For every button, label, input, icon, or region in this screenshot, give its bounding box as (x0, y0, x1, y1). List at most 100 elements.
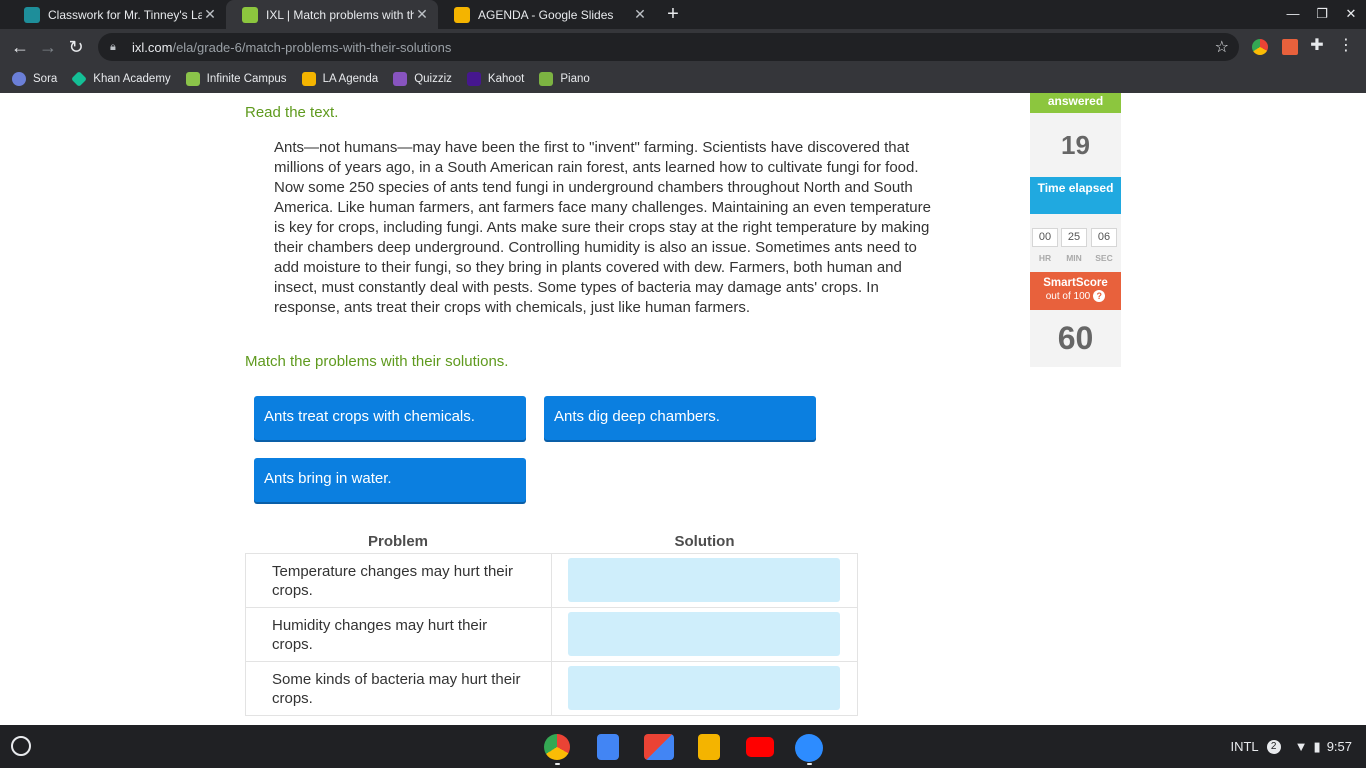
running-indicator (807, 763, 812, 765)
bookmark-star-icon[interactable]: ☆ (1215, 37, 1229, 57)
khan-academy-icon (71, 70, 88, 87)
tab-strip: Classwork for Mr. Tinney's Lang ✕ IXL | … (0, 0, 1366, 29)
bookmark-quizziz[interactable]: Quizziz (393, 71, 452, 86)
match-prompt: Match the problems with their solutions. (245, 353, 509, 370)
bookmark-piano[interactable]: Piano (539, 71, 590, 86)
url-host: ixl.com (132, 39, 173, 55)
new-tab-button[interactable]: + (662, 3, 684, 25)
table-row: Temperature changes may hurt their crops… (245, 554, 858, 608)
answer-tile[interactable]: Ants dig deep chambers. (544, 396, 816, 440)
tab-ixl[interactable]: IXL | Match problems with their s ✕ (226, 0, 438, 29)
tab-title: AGENDA - Google Slides (478, 7, 614, 22)
bookmark-infinite-campus[interactable]: Infinite Campus (185, 71, 287, 86)
classroom-favicon-icon (24, 6, 40, 23)
menu-kebab-icon[interactable]: ⋮ (1334, 34, 1358, 58)
questions-answered-count: 19 (1030, 113, 1121, 177)
slides-icon (301, 71, 316, 86)
puzzle-extensions-icon[interactable]: ✚ (1305, 34, 1329, 58)
read-prompt: Read the text. (245, 104, 339, 121)
ixl-favicon-icon (242, 6, 258, 23)
bookmark-label: Piano (560, 72, 590, 85)
extension-icon[interactable] (1252, 39, 1268, 55)
os-shelf: INTL 2 ▼ ▮ 9:57 (0, 725, 1366, 768)
battery-icon: ▮ (1313, 738, 1321, 754)
solution-drop-zone[interactable] (568, 612, 840, 656)
running-indicator (555, 763, 560, 765)
smartscore-header: SmartScore out of 100? (1030, 272, 1121, 310)
zoom-icon[interactable] (795, 734, 823, 762)
bookmarks-bar: Sora Khan Academy Infinite Campus LA Age… (0, 64, 1366, 93)
docs-icon[interactable] (597, 734, 619, 760)
lock-icon: 🔒︎ (110, 40, 116, 53)
reload-icon[interactable]: ↻ (64, 35, 88, 59)
timer-hours: 00 (1032, 228, 1058, 247)
infinite-campus-icon (185, 71, 200, 86)
tab-agenda[interactable]: AGENDA - Google Slides ✕ (438, 0, 656, 29)
problem-text: Temperature changes may hurt their crops… (272, 563, 513, 599)
time-elapsed-label: Time elapsed (1030, 177, 1121, 214)
minimize-icon[interactable]: — (1282, 4, 1304, 24)
youtube-icon[interactable] (746, 737, 774, 757)
tab-title: Classwork for Mr. Tinney's Lang (48, 7, 202, 22)
restore-icon[interactable]: ❐ (1311, 4, 1333, 24)
timer-minutes-label: MIN (1066, 253, 1082, 263)
table-row: Some kinds of bacteria may hurt their cr… (245, 662, 858, 716)
chrome-icon[interactable] (544, 734, 570, 760)
bookmark-sora[interactable]: Sora (12, 71, 57, 86)
solution-drop-zone[interactable] (568, 666, 840, 710)
sora-icon (12, 71, 26, 86)
system-tray[interactable]: INTL 2 ▼ ▮ 9:57 (1224, 725, 1366, 768)
kahoot-icon (466, 71, 481, 86)
slides-favicon-icon (454, 6, 470, 23)
input-method: INTL (1230, 739, 1259, 754)
smartscore-sub: out of 100? (1030, 290, 1121, 302)
tab-title: IXL | Match problems with their s (266, 7, 414, 22)
column-divider (551, 554, 552, 607)
problem-text: Some kinds of bacteria may hurt their cr… (272, 671, 521, 707)
close-tab-icon[interactable]: ✕ (414, 6, 430, 23)
questions-answered-label: answered (1030, 93, 1121, 113)
solution-drop-zone[interactable] (568, 558, 840, 602)
bookmark-label: Kahoot (487, 72, 525, 85)
close-window-icon[interactable]: ✕ (1340, 4, 1362, 24)
timer-hours-label: HR (1038, 253, 1052, 263)
column-divider (551, 608, 552, 661)
browser-toolbar: ← → ↻ 🔒︎ ixl.com/ela/grade-6/match-probl… (0, 29, 1366, 64)
close-tab-icon[interactable]: ✕ (202, 6, 218, 23)
gmail-icon[interactable] (644, 734, 674, 760)
smartscore-sub-text: out of 100 (1045, 291, 1091, 302)
bookmark-khan-academy[interactable]: Khan Academy (71, 70, 171, 87)
table-row: Humidity changes may hurt their crops. (245, 608, 858, 662)
column-divider (551, 662, 552, 715)
help-icon[interactable]: ? (1093, 290, 1106, 302)
forward-arrow-icon[interactable]: → (36, 35, 60, 59)
smartscore-value: 60 (1030, 310, 1121, 367)
timer-minutes: 25 (1061, 228, 1087, 247)
launcher-icon[interactable] (11, 736, 31, 756)
timer-seconds: 06 (1091, 228, 1117, 247)
piano-icon (539, 71, 554, 86)
tab-classwork[interactable]: Classwork for Mr. Tinney's Lang ✕ (8, 0, 226, 29)
bookmark-la-agenda[interactable]: LA Agenda (301, 71, 378, 86)
answer-tile[interactable]: Ants bring in water. (254, 458, 526, 502)
notification-badge: 2 (1266, 739, 1281, 754)
time-elapsed-panel: 00 25 06 HR MIN SEC (1030, 214, 1121, 272)
problem-header: Problem (367, 533, 428, 550)
match-table: Temperature changes may hurt their crops… (245, 553, 858, 716)
timer-seconds-label: SEC (1095, 253, 1113, 263)
close-tab-icon[interactable]: ✕ (632, 6, 648, 23)
extension-icon[interactable] (1282, 39, 1298, 55)
bookmark-label: Infinite Campus (206, 72, 287, 85)
wifi-icon: ▼ (1294, 739, 1308, 754)
smartscore-label: SmartScore (1043, 277, 1108, 289)
address-bar[interactable]: 🔒︎ ixl.com/ela/grade-6/match-problems-wi… (98, 33, 1239, 61)
bookmark-kahoot[interactable]: Kahoot (466, 71, 525, 86)
bookmark-label: Quizziz (414, 72, 452, 85)
back-arrow-icon[interactable]: ← (8, 35, 32, 59)
passage-text: Ants—not humans—may have been the first … (274, 139, 931, 316)
bookmark-label: Khan Academy (93, 72, 171, 85)
clock: 9:57 (1326, 739, 1352, 754)
slides-icon[interactable] (698, 734, 720, 760)
answer-tile[interactable]: Ants treat crops with chemicals. (254, 396, 526, 440)
url-path: /ela/grade-6/match-problems-with-their-s… (172, 39, 452, 55)
